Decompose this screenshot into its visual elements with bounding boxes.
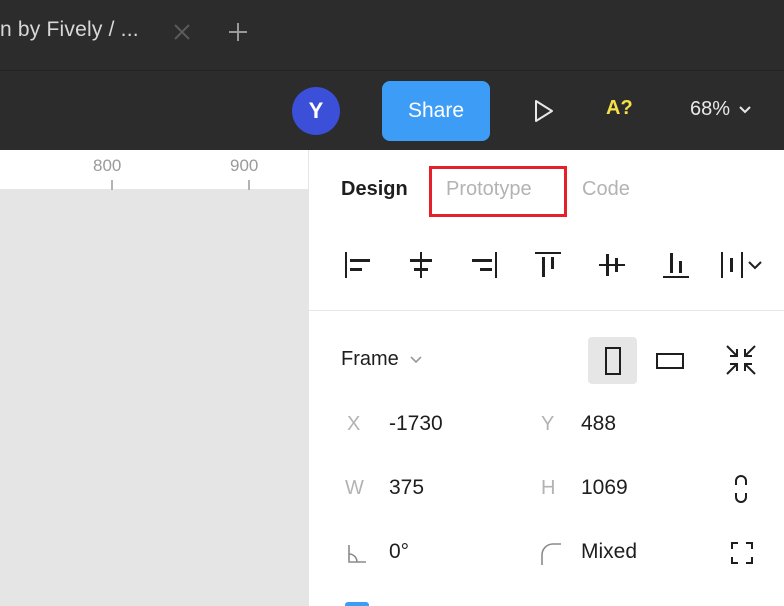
- x-input[interactable]: -1730: [389, 412, 443, 436]
- tab-code[interactable]: Code: [582, 178, 630, 201]
- align-top-icon[interactable]: [531, 248, 565, 282]
- plus-icon[interactable]: [226, 20, 250, 44]
- y-label: Y: [541, 413, 555, 435]
- landscape-icon: [656, 352, 684, 369]
- align-right-icon[interactable]: [467, 248, 501, 282]
- ruler-tick: [111, 180, 113, 190]
- corner-radius-icon: [539, 541, 565, 567]
- clip-content-checkbox[interactable]: [345, 602, 369, 606]
- frame-preset-dropdown[interactable]: Frame: [341, 348, 423, 371]
- app-root: n by Fively / ... Y Share A? 68% 800 900: [0, 0, 784, 606]
- prototype-highlight-box: [429, 166, 567, 217]
- ruler-tick: [248, 180, 250, 190]
- x-label: X: [347, 413, 361, 435]
- chevron-down-icon: [738, 98, 752, 121]
- panel-tabs: Design Prototype Code: [309, 150, 784, 230]
- constrain-proportions-icon[interactable]: [729, 473, 753, 505]
- align-horizontal-center-icon[interactable]: [404, 248, 438, 282]
- frame-label: Frame: [341, 348, 399, 370]
- align-left-icon[interactable]: [341, 248, 375, 282]
- horizontal-ruler: 800 900: [0, 150, 308, 190]
- accessibility-check-button[interactable]: A?: [606, 97, 633, 120]
- canvas-area[interactable]: 800 900: [0, 150, 308, 606]
- independent-corners-icon[interactable]: [729, 540, 755, 566]
- ruler-label: 900: [230, 156, 259, 175]
- close-icon[interactable]: [170, 20, 194, 44]
- chevron-down-icon: [409, 348, 423, 371]
- height-input[interactable]: 1069: [581, 476, 628, 500]
- y-input[interactable]: 488: [581, 412, 616, 436]
- portrait-icon: [604, 346, 621, 375]
- file-tab-title[interactable]: n by Fively / ...: [0, 18, 139, 42]
- portrait-orientation-button[interactable]: [588, 337, 637, 384]
- properties-panel: Design Prototype Code Frame X -1730 Y 48…: [308, 150, 784, 606]
- width-input[interactable]: 375: [389, 476, 424, 500]
- zoom-value: 68%: [690, 98, 731, 120]
- top-toolbar: Y Share A? 68%: [0, 70, 784, 150]
- alignment-toolbar: [309, 240, 784, 290]
- tab-design[interactable]: Design: [341, 178, 408, 201]
- align-vertical-center-icon[interactable]: [595, 248, 629, 282]
- ruler-label: 800: [93, 156, 122, 175]
- section-divider: [309, 310, 784, 311]
- h-label: H: [541, 477, 556, 499]
- share-button[interactable]: Share: [382, 81, 490, 141]
- w-label: W: [345, 477, 364, 499]
- avatar[interactable]: Y: [292, 87, 340, 135]
- play-icon[interactable]: [530, 98, 556, 124]
- rotation-input[interactable]: 0°: [389, 540, 409, 564]
- align-bottom-icon[interactable]: [659, 248, 693, 282]
- resize-to-fit-icon[interactable]: [723, 342, 759, 378]
- landscape-orientation-button[interactable]: [645, 337, 695, 384]
- zoom-dropdown[interactable]: 68%: [690, 98, 752, 121]
- corner-radius-input[interactable]: Mixed: [581, 540, 637, 564]
- tab-bar: n by Fively / ...: [0, 0, 784, 70]
- distribute-icon[interactable]: [719, 248, 767, 282]
- rotation-icon: [345, 541, 371, 567]
